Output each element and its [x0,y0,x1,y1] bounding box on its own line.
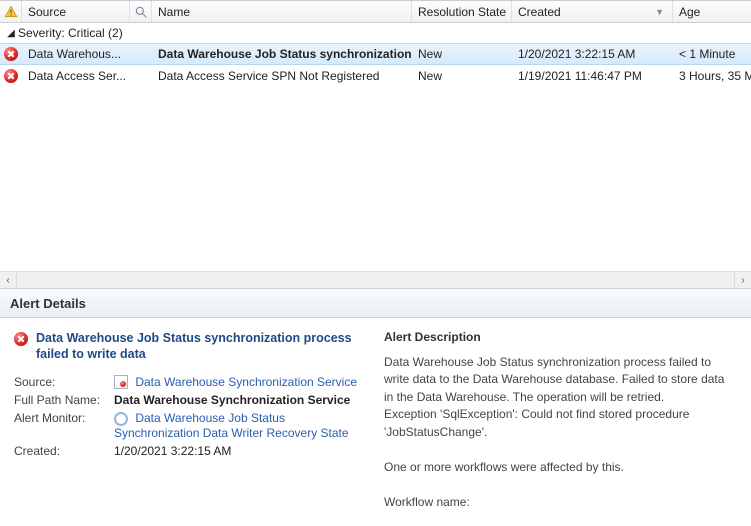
cell-created: 1/20/2021 3:22:15 AM [512,44,673,64]
cell-source: Data Access Ser... [22,65,130,87]
group-row-severity-critical[interactable]: ◢ Severity: Critical (2) [0,23,751,43]
cell-age: < 1 Minute [673,44,751,64]
header-severity-icon-col[interactable] [0,1,22,22]
error-icon [14,332,28,346]
sort-desc-icon: ▼ [655,7,664,17]
alert-description-header: Alert Description [384,330,737,344]
cell-name: Data Warehouse Job Status synchronizatio… [152,44,412,64]
link-alert-monitor[interactable]: Data Warehouse Job Status Synchronizatio… [114,411,364,440]
group-label: Severity: Critical (2) [18,26,123,40]
horizontal-scrollbar[interactable]: ‹ › [0,271,751,288]
group-expander-icon[interactable]: ◢ [4,28,18,39]
cell-age: 3 Hours, 35 Mi... [673,65,751,87]
label-alert-monitor: Alert Monitor: [14,411,114,440]
header-name[interactable]: Name [152,1,412,22]
table-row[interactable]: Data Access Ser... Data Access Service S… [0,65,751,87]
magnifier-icon [134,5,148,19]
alert-description-text: Data Warehouse Job Status synchronizatio… [384,354,737,441]
header-source[interactable]: Source [22,1,130,22]
label-full-path: Full Path Name: [14,393,114,407]
scroll-left-button[interactable]: ‹ [0,272,17,289]
cell-resolution: New [412,44,512,64]
header-age[interactable]: Age [673,1,751,22]
error-icon [4,47,18,61]
label-created: Created: [14,444,114,458]
alert-description-workflows: One or more workflows were affected by t… [384,459,737,476]
link-source[interactable]: Data Warehouse Synchronization Service [114,375,364,390]
error-icon [4,69,18,83]
alert-title: Data Warehouse Job Status synchronizatio… [36,330,364,363]
service-error-icon [114,375,128,389]
header-maint-icon-col[interactable] [130,1,152,22]
alert-description-workflow-name: Workflow name: [384,494,737,511]
cell-created: 1/19/2021 11:46:47 PM [512,65,673,87]
value-created: 1/20/2021 3:22:15 AM [114,444,364,458]
monitor-ring-icon [114,412,128,426]
label-source: Source: [14,375,114,390]
value-full-path: Data Warehouse Synchronization Service [114,393,364,407]
alert-details-header: Alert Details [0,288,751,318]
cell-source: Data Warehous... [22,44,130,64]
cell-name: Data Access Service SPN Not Registered [152,65,412,87]
cell-resolution: New [412,65,512,87]
alert-sort-icon [4,5,18,19]
table-row[interactable]: Data Warehous... Data Warehouse Job Stat… [0,43,751,65]
header-created[interactable]: Created ▼ [512,1,673,22]
scroll-track[interactable] [17,272,734,289]
scroll-right-button[interactable]: › [734,272,751,289]
header-resolution-state[interactable]: Resolution State [412,1,512,22]
